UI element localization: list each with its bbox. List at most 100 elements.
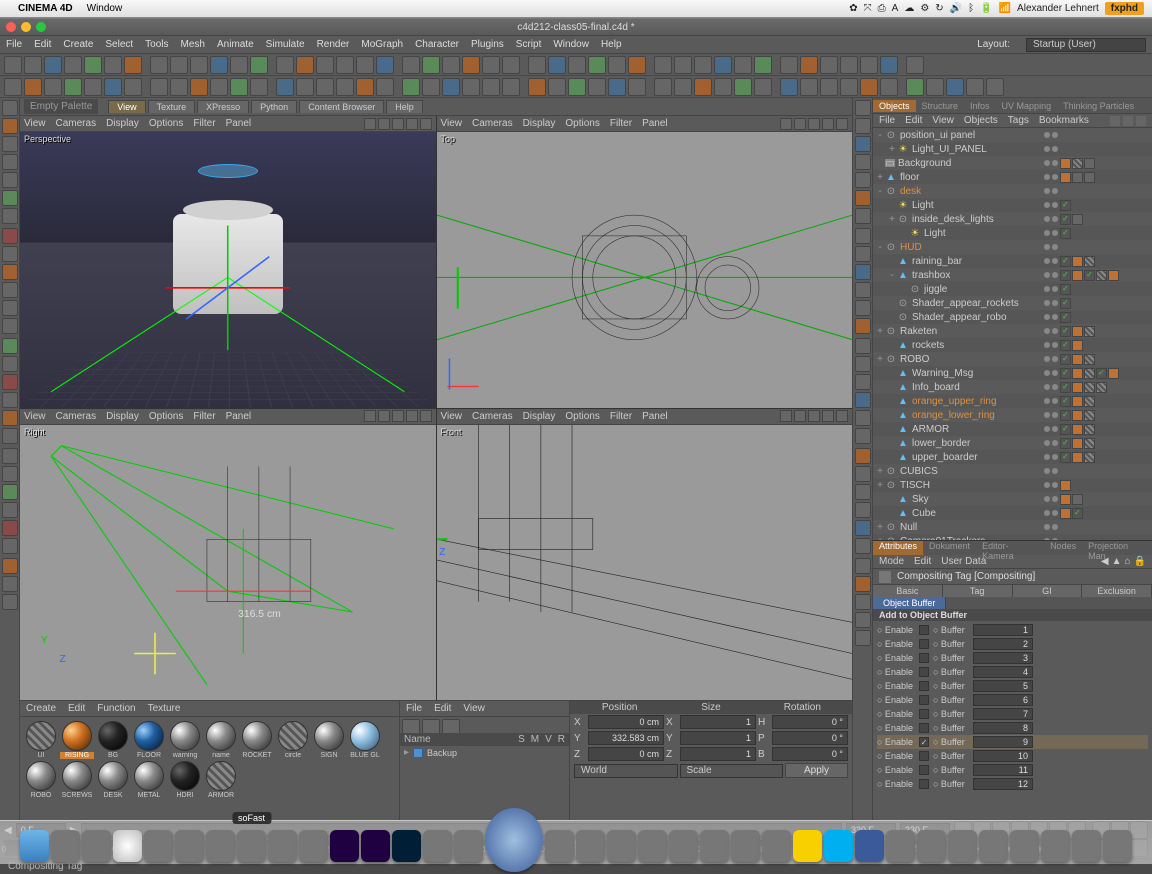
tab-tp[interactable]: Thinking Particles [1057, 100, 1140, 112]
tab-infos[interactable]: Infos [964, 100, 996, 112]
tag-icon[interactable] [1060, 172, 1071, 183]
toolbar-button[interactable] [2, 410, 18, 426]
enable-checkbox[interactable] [919, 639, 929, 649]
tab-view[interactable]: View [108, 100, 145, 113]
tag-icon[interactable] [1084, 158, 1095, 169]
size-input[interactable]: 1 [680, 731, 756, 745]
vp-menu-item[interactable]: Cameras [472, 118, 513, 129]
layout-dropdown[interactable]: Startup (User) [1026, 38, 1146, 52]
toolbar-button[interactable] [502, 78, 520, 96]
tag-icon[interactable] [1060, 256, 1071, 267]
toolbar-button[interactable] [855, 208, 871, 224]
toolbar-button[interactable] [548, 56, 566, 74]
buffer-number[interactable]: 11 [973, 764, 1033, 776]
rot-input[interactable]: 0 ° [772, 731, 848, 745]
vp-menu-item[interactable]: Panel [642, 411, 668, 422]
material-item[interactable]: SCREWS [60, 761, 94, 799]
buffer-number[interactable]: 12 [973, 778, 1033, 790]
menu-script[interactable]: Script [516, 39, 542, 50]
tag-icon[interactable] [1060, 452, 1071, 463]
tag-icon[interactable] [1060, 508, 1071, 519]
tag-icon[interactable] [1084, 172, 1095, 183]
toolbar-button[interactable] [2, 538, 18, 554]
enable-checkbox[interactable] [919, 625, 929, 635]
dock-app[interactable] [82, 830, 111, 862]
tag-icon[interactable] [1060, 228, 1071, 239]
toolbar-button[interactable] [2, 208, 18, 224]
enable-checkbox[interactable] [919, 723, 929, 733]
toolbar-button[interactable] [2, 576, 18, 592]
menu-select[interactable]: Select [105, 39, 133, 50]
expand-icon[interactable]: + [875, 172, 885, 183]
subtab-tag[interactable]: Tag [943, 585, 1013, 597]
vp-menu-item[interactable]: Options [565, 411, 599, 422]
user-name[interactable]: Alexander Lehnert [1017, 3, 1099, 14]
buffer-number[interactable]: 10 [973, 750, 1033, 762]
buffer-number[interactable]: 7 [973, 708, 1033, 720]
toolbar-button[interactable] [2, 428, 18, 444]
toolbar-button[interactable] [2, 318, 18, 334]
vp-menu-item[interactable]: Panel [642, 118, 668, 129]
toolbar-button[interactable] [800, 78, 818, 96]
dock-app[interactable] [1041, 830, 1070, 862]
toolbar-button[interactable] [986, 78, 1004, 96]
tag-icon[interactable] [1060, 410, 1071, 421]
toolbar-button[interactable] [855, 282, 871, 298]
vp-nav-icon[interactable] [822, 410, 834, 422]
toolbar-button[interactable] [880, 56, 898, 74]
enable-checkbox[interactable] [919, 653, 929, 663]
expand-icon[interactable]: + [887, 214, 897, 225]
toolbar-button[interactable] [296, 78, 314, 96]
vp-nav-icon[interactable] [406, 118, 418, 130]
toolbar-button[interactable] [210, 78, 228, 96]
toolbar-button[interactable] [2, 100, 18, 116]
scale-select[interactable]: Scale [680, 764, 784, 778]
dock-app[interactable] [948, 830, 977, 862]
dock-app[interactable] [979, 830, 1008, 862]
tag-icon[interactable] [1084, 396, 1095, 407]
toolbar-button[interactable] [694, 78, 712, 96]
toolbar-button[interactable] [2, 558, 18, 574]
expand-icon[interactable]: - [875, 186, 885, 197]
toolbar-button[interactable] [608, 78, 626, 96]
toolbar-button[interactable] [855, 484, 871, 500]
object-row[interactable]: ▲orange_upper_ring [873, 394, 1152, 408]
am-mode[interactable]: Mode [879, 556, 904, 567]
tag-icon[interactable] [1060, 158, 1071, 169]
viewport-front[interactable]: ViewCamerasDisplayOptionsFilterPanel Fro… [437, 409, 853, 701]
dock-app[interactable] [1010, 830, 1039, 862]
tag-icon[interactable] [1060, 382, 1071, 393]
tab-python[interactable]: Python [251, 100, 297, 113]
om-tags[interactable]: Tags [1008, 115, 1029, 126]
menu-character[interactable]: Character [415, 39, 459, 50]
menu-mesh[interactable]: Mesh [181, 39, 205, 50]
tag-icon[interactable] [1060, 214, 1071, 225]
toolbar-button[interactable] [548, 78, 566, 96]
toolbar-button[interactable] [855, 502, 871, 518]
toolbar-button[interactable] [190, 78, 208, 96]
tag-icon[interactable] [1060, 354, 1071, 365]
toolbar-button[interactable] [422, 78, 440, 96]
coord-system-select[interactable]: World [574, 764, 678, 778]
buffer-number[interactable]: 4 [973, 666, 1033, 678]
toolbar-button[interactable] [855, 538, 871, 554]
toolbar-button[interactable] [44, 78, 62, 96]
toolbar-button[interactable] [2, 502, 18, 518]
object-row[interactable]: +⊙TISCH [873, 478, 1152, 492]
vp-nav-icon[interactable] [808, 118, 820, 130]
dock-app[interactable] [144, 830, 173, 862]
toolbar-button[interactable] [150, 78, 168, 96]
toolbar-button[interactable] [276, 56, 294, 74]
toolbar-button[interactable] [855, 172, 871, 188]
vp-nav-icon[interactable] [836, 410, 848, 422]
object-row[interactable]: ▲lower_border [873, 436, 1152, 450]
vp-nav-icon[interactable] [808, 410, 820, 422]
expand-icon[interactable]: - [875, 130, 885, 141]
tag-icon[interactable] [1084, 256, 1095, 267]
toolbar-button[interactable] [780, 56, 798, 74]
tag-icon[interactable] [1108, 368, 1119, 379]
material-item[interactable]: DESK [96, 761, 130, 799]
toolbar-button[interactable] [2, 300, 18, 316]
om-search-icon[interactable] [1110, 116, 1120, 126]
size-input[interactable]: 1 [680, 747, 756, 761]
